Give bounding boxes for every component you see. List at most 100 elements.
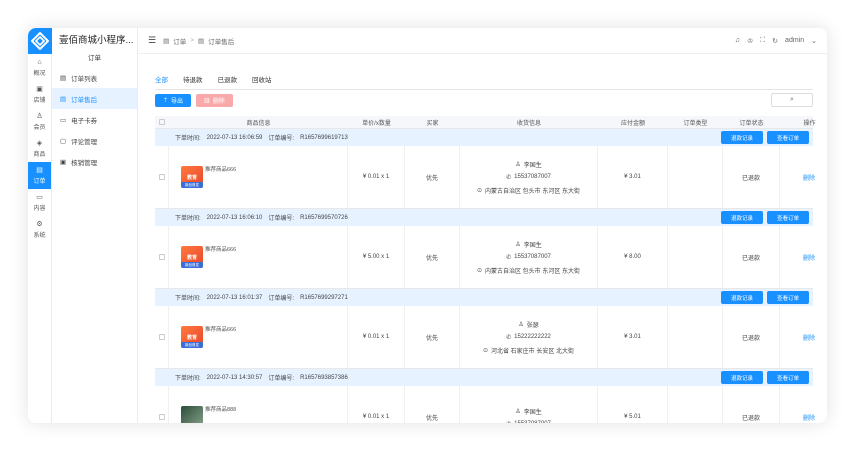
product-image[interactable]: 教育 新品首发: [181, 326, 203, 348]
row-checkbox[interactable]: [158, 414, 165, 420]
refund-record-button[interactable]: 退款记录: [721, 131, 763, 144]
view-order-button[interactable]: 查看订单: [767, 371, 809, 384]
sub-item-verify[interactable]: ▣ 核销管理: [52, 151, 137, 172]
order-no-label: 订单编号:: [268, 136, 295, 142]
sub-menu: 壹佰商城小程序... 订单 ▤ 订单列表 ▤ 订单售后 ▭ 电子卡券 ▢ 评论管…: [52, 28, 138, 423]
sub-item-after-sales[interactable]: ▤ 订单售后: [52, 88, 137, 109]
rail-label: 商品: [33, 151, 46, 158]
select-cell: [155, 386, 169, 423]
rail-item-member[interactable]: ♙ 会员: [28, 108, 51, 135]
export-button[interactable]: ⇡ 导出: [155, 94, 192, 107]
sub-item-label: 订单售后: [71, 96, 98, 104]
product-image[interactable]: [181, 406, 203, 423]
rail-item-store[interactable]: ▣ 店铺: [28, 81, 51, 108]
order-type-cell: [668, 226, 723, 288]
tab-pending-refund[interactable]: 待退款: [183, 74, 203, 87]
product-image-text: 教育: [186, 334, 197, 341]
row-checkbox[interactable]: [158, 334, 165, 340]
clipboard-icon: ▤: [163, 37, 170, 45]
tab-all[interactable]: 全部: [155, 74, 168, 90]
tab-refunded[interactable]: 已退款: [218, 74, 238, 87]
breadcrumb-first[interactable]: 订单: [173, 36, 186, 46]
refund-record-button[interactable]: 退款记录: [721, 291, 763, 304]
refund-record-button[interactable]: 退款记录: [721, 211, 763, 224]
column-header: 应付金额: [620, 120, 645, 127]
delete-link[interactable]: 删除: [803, 413, 815, 422]
menu-toggle-icon[interactable]: ☰: [148, 35, 156, 46]
column-header: 商品信息: [246, 120, 271, 127]
product-image-text: 教育: [186, 174, 197, 181]
receiver-address: 内蒙古自治区 包头市 东河区 东大街: [485, 268, 581, 275]
chevron-down-icon[interactable]: ⌄: [811, 37, 817, 45]
user-icon: ♙: [515, 241, 521, 248]
order-no-label: 订单编号:: [268, 216, 295, 222]
order-buttons: 退款记录 查看订单: [721, 131, 809, 144]
order-time-label: 下单时间:: [175, 296, 201, 302]
refresh-icon[interactable]: ↻: [772, 37, 778, 45]
sub-item-order-list[interactable]: ▤ 订单列表: [52, 67, 137, 88]
rail-label: 会员: [33, 124, 46, 131]
app-logo[interactable]: [28, 28, 52, 54]
refund-record-button[interactable]: 退款记录: [721, 371, 763, 384]
trash-icon: ▥: [204, 98, 210, 104]
table-header: 商品信息 单价/x数量 买家 收货信息 应付金额 订单类型 订单状态 操作: [155, 116, 816, 129]
row-checkbox[interactable]: [158, 254, 165, 260]
view-order-button[interactable]: 查看订单: [767, 291, 809, 304]
order-table: 商品信息 单价/x数量 买家 收货信息 应付金额 订单类型 订单状态 操作 下单…: [155, 116, 816, 423]
table-row: 教育 新品首发 推荐商品666 ¥ 5.00 x 1 优先 ♙ 李国生 ✆ 1553708700…: [155, 226, 815, 289]
delete-link[interactable]: 删除: [803, 333, 815, 342]
export-label: 导出: [171, 99, 184, 105]
order-header-bar: 下单时间: 2022-07-13 16:06:10 订单编号: R1657699570…: [155, 209, 813, 226]
tab-recycle-bin[interactable]: 回收站: [252, 74, 272, 87]
location-icon: ⊙: [476, 267, 482, 274]
breadcrumb: ▤ 订单 > ▤ 订单售后: [163, 36, 234, 46]
buyer-cell: 优先: [405, 386, 460, 423]
order-buttons: 退款记录 查看订单: [721, 291, 809, 304]
delete-label: 删除: [212, 99, 225, 105]
column-header: 收货信息: [516, 120, 541, 127]
row-checkbox[interactable]: [158, 174, 165, 180]
view-order-button[interactable]: 查看订单: [767, 211, 809, 224]
tab-divider: [155, 89, 813, 90]
delete-link[interactable]: 删除: [803, 253, 815, 262]
sub-item-comments[interactable]: ▢ 评论管理: [52, 130, 137, 151]
product-image[interactable]: 教育 新品首发: [181, 166, 203, 188]
user-name[interactable]: admin: [785, 37, 804, 44]
view-order-button[interactable]: 查看订单: [767, 131, 809, 144]
shirt-icon[interactable]: ♔: [747, 37, 753, 45]
rail-item-system[interactable]: ⚙ 系统: [28, 216, 51, 243]
rail-label: 店铺: [33, 97, 46, 104]
receiver-name: 李国生: [523, 242, 542, 249]
app-title: 壹佰商城小程序...: [59, 35, 134, 46]
sub-item-e-card[interactable]: ▭ 电子卡券: [52, 109, 137, 130]
product-image-subtext: 新品首发: [181, 182, 203, 188]
column-header: 单价/x数量: [362, 120, 391, 127]
operation-cell: 删除: [780, 146, 827, 208]
order-time: 2022-07-13 16:06:59: [206, 134, 263, 141]
sub-item-label: 电子卡券: [71, 117, 98, 125]
rail-item-goods[interactable]: ◈ 商品: [28, 135, 51, 162]
select-all-checkbox[interactable]: [159, 119, 165, 125]
price-cell: ¥ 0.01 x 1: [348, 146, 405, 208]
select-cell: [155, 226, 169, 288]
fullscreen-icon[interactable]: ⛶: [760, 37, 765, 45]
rail-item-order[interactable]: ▤ 订单: [28, 162, 51, 189]
table-row: 教育 新品首发 推荐商品666 ¥ 0.01 x 1 优先 ♙ 张瑟 ✆ 15222222222…: [155, 306, 815, 369]
delete-link[interactable]: 删除: [803, 173, 815, 182]
order-time-label: 下单时间:: [175, 216, 201, 222]
rail-item-overview[interactable]: ⌂ 概况: [28, 54, 51, 81]
product-image[interactable]: 教育 新品首发: [181, 246, 203, 268]
product-cell: 教育 新品首发 推荐商品666: [169, 306, 348, 368]
home-icon: ⌂: [37, 58, 42, 66]
bell-icon[interactable]: ♫: [735, 37, 740, 44]
search-button[interactable]: ⌕: [771, 93, 813, 107]
product-name: 推荐商品888: [205, 407, 237, 413]
product-cell: 推荐商品888: [169, 386, 348, 423]
delete-button[interactable]: ▥ 删除: [196, 94, 233, 107]
rail-item-content[interactable]: ▭ 内容: [28, 189, 51, 216]
receiver-cell: ♙ 李国生 ✆ 15537087007 ⊙ 内蒙古自治区 包头市 东河区 东大街: [460, 146, 598, 208]
sub-item-label: 评论管理: [71, 138, 98, 146]
receiver-phone: 15537087007: [514, 421, 551, 423]
receiver-phone: 15222222222: [514, 334, 551, 340]
receiver-name-line: ♙ 李国生: [515, 160, 541, 169]
